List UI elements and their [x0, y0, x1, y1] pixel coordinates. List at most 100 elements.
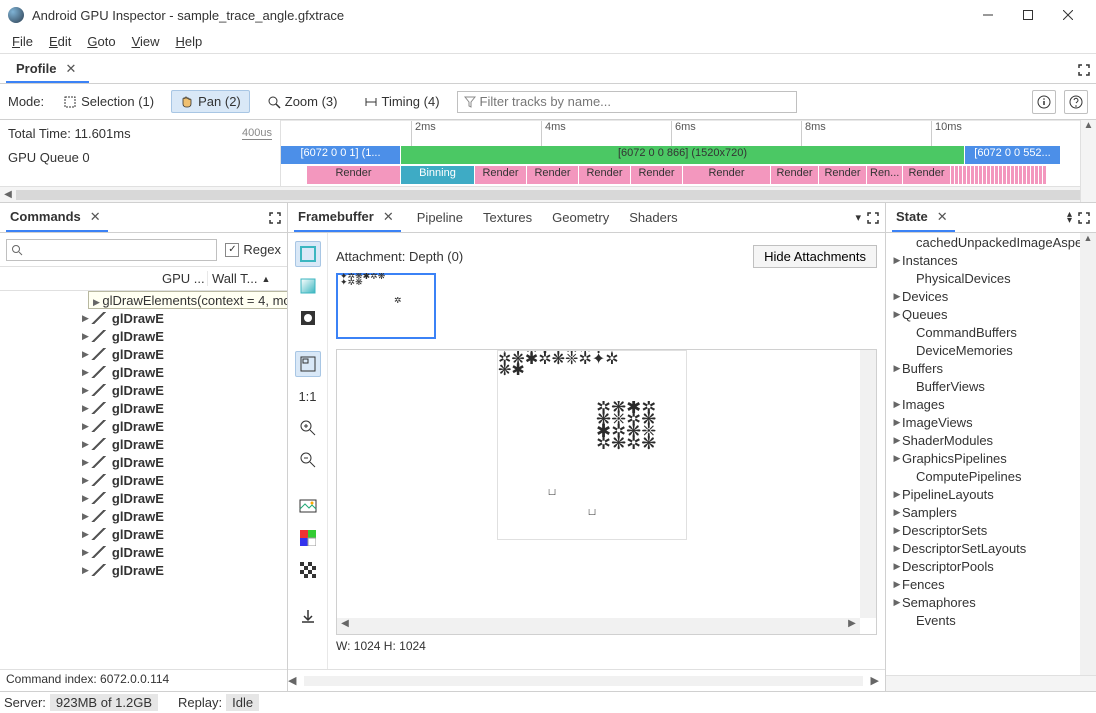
command-item[interactable]: ▶glDrawE [0, 327, 287, 345]
close-icon[interactable]: ✕ [934, 209, 951, 225]
state-item[interactable]: ComputePipelines [886, 467, 1096, 485]
state-item[interactable]: BufferViews [886, 377, 1096, 395]
prev-icon[interactable]: ◀ [288, 674, 296, 687]
tab-commands[interactable]: Commands✕ [6, 204, 108, 232]
chevron-down-icon[interactable]: ▾ [855, 211, 861, 224]
state-item[interactable]: ▶Queues [886, 305, 1096, 323]
close-icon[interactable]: ✕ [62, 61, 79, 77]
gpu-sub-block[interactable]: Binning [401, 166, 475, 184]
expand-icon[interactable]: ▴▾ [1067, 212, 1072, 224]
command-item[interactable]: ▶glDrawE [0, 363, 287, 381]
tab-pipeline[interactable]: Pipeline [407, 205, 473, 230]
gpu-sub-block[interactable]: Render [903, 166, 951, 184]
fb-thumbnail[interactable]: ✦✲❋✱✲❋✦✲❋ ✲ [336, 273, 436, 339]
gpu-stripe[interactable] [1043, 166, 1047, 184]
fb-viewport[interactable]: ✦✲❋✱✲❋❈✲✦✲❋✱✲❋❈✲✦✲❋✱ ✲❋✱✲❋❈✲❋✱✲❋❈✲❋✲❋ ☐ … [336, 349, 877, 635]
fullscreen-icon[interactable] [867, 212, 879, 224]
close-icon[interactable]: ✕ [87, 209, 104, 225]
next-icon[interactable]: ▶ [871, 674, 879, 687]
command-item[interactable]: ▶glDrawE [0, 507, 287, 525]
tab-framebuffer[interactable]: Framebuffer✕ [294, 204, 401, 232]
state-tree[interactable]: ▲ cachedUnpackedImageAspect▶InstancesPhy… [886, 233, 1096, 675]
command-item[interactable]: ▶glDrawE [0, 525, 287, 543]
state-item[interactable]: ▶Fences [886, 575, 1096, 593]
state-item[interactable]: ▶Images [886, 395, 1096, 413]
color-attach-icon[interactable] [295, 241, 321, 267]
fb-vscroll[interactable] [860, 350, 876, 618]
timeline-vscroll[interactable]: ▲ [1080, 120, 1096, 202]
gpu-sub-block[interactable]: Render [819, 166, 867, 184]
selection-button[interactable]: Selection (1) [54, 90, 163, 113]
fb-hscroll[interactable]: ◀▶ [337, 618, 860, 634]
minimize-button[interactable] [968, 0, 1008, 30]
state-item[interactable]: ▶DescriptorSetLayouts [886, 539, 1096, 557]
command-item[interactable]: ▶glDrawE [0, 543, 287, 561]
regex-checkbox[interactable]: ✓Regex [225, 242, 281, 257]
fit-icon[interactable] [295, 351, 321, 377]
timeline-hscroll[interactable]: ◀▶ [0, 186, 1096, 202]
state-item[interactable]: ▶Samplers [886, 503, 1096, 521]
gpu-sub-block[interactable]: Render [631, 166, 683, 184]
state-item[interactable]: cachedUnpackedImageAspect [886, 233, 1096, 251]
command-item[interactable]: ▶glDrawE [0, 381, 287, 399]
command-item[interactable]: ▶glDrawE [0, 435, 287, 453]
gpu-block[interactable]: [6072 0 0 866] (1520x720) [401, 146, 965, 164]
state-item[interactable]: ▶DescriptorPools [886, 557, 1096, 575]
close-button[interactable] [1048, 0, 1088, 30]
state-item[interactable]: PhysicalDevices [886, 269, 1096, 287]
tab-state[interactable]: State✕ [892, 204, 955, 232]
state-item[interactable]: ▶Semaphores [886, 593, 1096, 611]
fullscreen-icon[interactable] [269, 212, 281, 224]
help-button[interactable] [1064, 90, 1088, 114]
zoom-button[interactable]: Zoom (3) [258, 90, 347, 113]
fullscreen-icon[interactable] [1078, 64, 1090, 76]
gpu-sub-block[interactable]: Render [771, 166, 819, 184]
command-item[interactable]: ▶glDrawE [0, 345, 287, 363]
gpu-track[interactable]: [6072 0 0 1] (1...[6072 0 0 866] (1520x7… [280, 146, 1096, 186]
command-item[interactable]: ▶glDrawE [0, 309, 287, 327]
gpu-sub-block[interactable]: Ren... [867, 166, 903, 184]
gpu-sub-block[interactable]: Render [683, 166, 771, 184]
timing-button[interactable]: Timing (4) [355, 90, 449, 113]
tab-geometry[interactable]: Geometry [542, 205, 619, 230]
command-item[interactable]: ▶glDrawE [0, 471, 287, 489]
gpu-sub-block[interactable]: Render [307, 166, 401, 184]
state-item[interactable]: ▶Buffers [886, 359, 1096, 377]
command-item[interactable]: ▶glDrawE [0, 417, 287, 435]
pan-button[interactable]: Pan (2) [171, 90, 250, 113]
col-gpu[interactable]: GPU ... [158, 271, 208, 286]
hide-attachments-button[interactable]: Hide Attachments [753, 245, 877, 268]
state-item[interactable]: ▶GraphicsPipelines [886, 449, 1096, 467]
zoom-in-icon[interactable] [295, 415, 321, 441]
checker-icon[interactable] [295, 557, 321, 583]
info-button[interactable] [1032, 90, 1056, 114]
state-item[interactable]: ▶PipelineLayouts [886, 485, 1096, 503]
menu-edit[interactable]: Edit [41, 32, 79, 51]
menu-file[interactable]: File [4, 32, 41, 51]
state-item[interactable]: ▶Instances [886, 251, 1096, 269]
image-icon[interactable] [295, 493, 321, 519]
gpu-sub-block[interactable]: Render [475, 166, 527, 184]
state-item[interactable]: ▶ShaderModules [886, 431, 1096, 449]
state-item[interactable]: ▶ImageViews [886, 413, 1096, 431]
state-item[interactable]: ▶DescriptorSets [886, 521, 1096, 539]
command-list[interactable]: ▶ glDrawElements(context = 4, mode = GL_… [0, 291, 287, 669]
close-icon[interactable]: ✕ [380, 209, 397, 225]
maximize-button[interactable] [1008, 0, 1048, 30]
filter-input[interactable]: Filter tracks by name... [457, 91, 797, 113]
gpu-sub-block[interactable]: Render [579, 166, 631, 184]
menu-view[interactable]: View [124, 32, 168, 51]
gpu-block[interactable]: [6072 0 0 552... [965, 146, 1061, 164]
command-item[interactable]: ▶glDrawE [0, 399, 287, 417]
depth-attach-icon[interactable] [295, 273, 321, 299]
one-to-one-icon[interactable]: 1:1 [295, 383, 321, 409]
command-item[interactable]: ▶glDrawE [0, 561, 287, 579]
command-item[interactable]: ▶glDrawE [0, 489, 287, 507]
channels-icon[interactable] [295, 525, 321, 551]
state-item[interactable]: ▶Devices [886, 287, 1096, 305]
state-item[interactable]: Events [886, 611, 1096, 629]
gpu-sub-block[interactable]: Render [527, 166, 579, 184]
tab-shaders[interactable]: Shaders [619, 205, 687, 230]
tab-textures[interactable]: Textures [473, 205, 542, 230]
overlay-icon[interactable] [295, 305, 321, 331]
